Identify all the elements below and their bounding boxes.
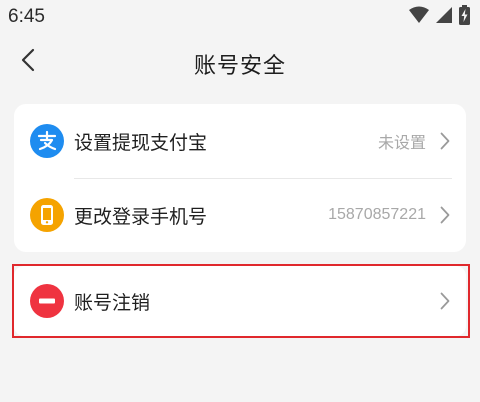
status-bar: 6:45 [0,0,480,34]
highlight-box [12,264,470,338]
battery-charging-icon [459,5,470,29]
chevron-right-icon [438,205,452,225]
alipay-status-value: 未设置 [377,135,426,152]
chevron-right-icon [438,131,452,151]
settings-card: 设置提现支付宝 未设置 更改登录手机号 15870857221 [14,104,466,252]
phone-number-value: 15870857221 [328,206,426,223]
status-time: 6:45 [8,6,45,27]
header: 账号安全 [0,34,480,90]
alipay-icon [30,124,64,158]
page-title: 账号安全 [193,54,286,79]
change-phone-label: 更改登录手机号 [74,205,208,228]
phone-icon [30,198,64,232]
alipay-withdrawal-label: 设置提现支付宝 [74,131,208,154]
alipay-withdrawal-row[interactable]: 设置提现支付宝 未设置 [14,104,466,178]
signal-icon [435,6,453,28]
change-phone-row[interactable]: 更改登录手机号 15870857221 [14,178,466,252]
status-icons [409,5,470,29]
wifi-icon [409,6,429,28]
